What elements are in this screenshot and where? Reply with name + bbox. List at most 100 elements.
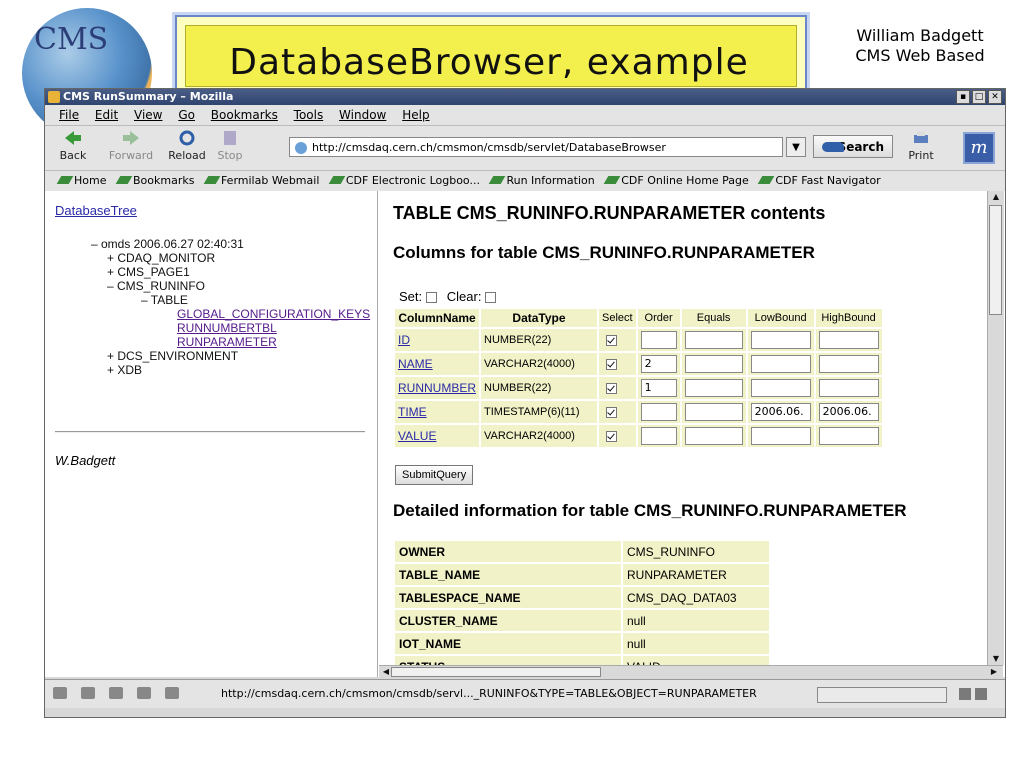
bookmark-icon	[758, 176, 775, 184]
bookmark-run-information[interactable]: Run Information	[489, 174, 595, 187]
navigator-icon[interactable]	[53, 687, 67, 699]
scroll-down-icon[interactable]: ▼	[989, 653, 1003, 665]
stop-label: Stop	[217, 149, 243, 162]
table-row: TABLE_NAME RUNPARAMETER	[395, 564, 769, 585]
select-checkbox[interactable]	[606, 334, 617, 346]
detail-key: TABLE_NAME	[395, 564, 621, 585]
tree-node-cms-runinfo[interactable]: – CMS_RUNINFO	[107, 279, 205, 293]
horizontal-scrollbar[interactable]: ◀ ▶	[379, 665, 1003, 678]
stop-button[interactable]: Stop	[213, 129, 247, 162]
menu-file[interactable]: File	[59, 108, 79, 122]
tree-node-table[interactable]: – TABLE	[141, 293, 188, 307]
equals-input[interactable]	[684, 403, 743, 421]
menu-help[interactable]: Help	[402, 108, 429, 122]
composer-icon[interactable]	[109, 687, 123, 699]
print-button[interactable]: Print	[901, 129, 941, 162]
bookmark-home[interactable]: Home	[56, 174, 106, 187]
tree-link-runparameter[interactable]: RUNPARAMETER	[177, 335, 277, 349]
lowbound-input[interactable]	[750, 331, 811, 349]
horizontal-scroll-thumb[interactable]	[391, 667, 601, 677]
tree-node-xdb[interactable]: + XDB	[107, 363, 142, 377]
bookmark-cdf-online[interactable]: CDF Online Home Page	[603, 174, 749, 187]
tree-node-dcs-environment[interactable]: + DCS_ENVIRONMENT	[107, 349, 238, 363]
select-checkbox[interactable]	[606, 406, 617, 418]
column-link-runnumber[interactable]: RUNNUMBER	[398, 381, 476, 395]
select-checkbox[interactable]	[606, 358, 617, 370]
scroll-right-icon[interactable]: ▶	[987, 666, 1001, 678]
equals-input[interactable]	[684, 427, 743, 445]
select-checkbox[interactable]	[606, 382, 617, 394]
column-link-time[interactable]: TIME	[398, 405, 427, 419]
column-link-value[interactable]: VALUE	[398, 429, 436, 443]
menu-edit[interactable]: Edit	[95, 108, 118, 122]
close-icon[interactable]: ✕	[988, 90, 1002, 104]
vertical-scroll-thumb[interactable]	[989, 205, 1002, 315]
bookmark-logbook[interactable]: CDF Electronic Logboo...	[328, 174, 480, 187]
submit-query-button[interactable]: SubmitQuery	[395, 465, 474, 485]
table-row: NAME VARCHAR2(4000) 2	[395, 353, 882, 375]
equals-input[interactable]	[684, 379, 743, 397]
highbound-input[interactable]	[818, 331, 879, 349]
security-lock-icon[interactable]	[975, 688, 987, 700]
clear-checkbox[interactable]	[485, 292, 497, 304]
irc-icon[interactable]	[165, 687, 179, 699]
highbound-input[interactable]	[818, 355, 879, 373]
author-affiliation: CMS Web Based	[855, 46, 985, 65]
mail-icon[interactable]	[81, 687, 95, 699]
tree-link-runnumbertbl[interactable]: RUNNUMBERTBL	[177, 321, 277, 335]
url-input[interactable]: http://cmsdaq.cern.ch/cmsmon/cmsdb/servl…	[289, 137, 783, 157]
maximize-icon[interactable]: □	[972, 90, 986, 104]
tree-node-cms-page1[interactable]: + CMS_PAGE1	[107, 265, 190, 279]
mozilla-logo-icon[interactable]: m	[963, 132, 995, 164]
window-title: CMS RunSummary – Mozilla	[63, 90, 234, 103]
vertical-scrollbar[interactable]: ▲ ▼	[987, 191, 1004, 665]
tree-link-global-configuration-keys[interactable]: GLOBAL_CONFIGURATION_KEYS	[177, 307, 370, 321]
equals-input[interactable]	[684, 355, 743, 373]
lowbound-input[interactable]: 2006.06.	[750, 403, 811, 421]
lowbound-input[interactable]	[750, 355, 811, 373]
select-checkbox[interactable]	[606, 430, 617, 442]
lowbound-input[interactable]	[750, 379, 811, 397]
highbound-input[interactable]	[818, 427, 879, 445]
column-link-name[interactable]: NAME	[398, 357, 433, 371]
window-controls: ▪ □ ✕	[956, 90, 1002, 104]
set-checkbox[interactable]	[426, 292, 438, 304]
scroll-up-icon[interactable]: ▲	[989, 191, 1003, 203]
set-label: Set:	[399, 289, 423, 304]
datatype-cell: VARCHAR2(4000)	[481, 353, 597, 375]
url-dropdown-icon[interactable]: ▼	[786, 137, 806, 157]
addressbook-icon[interactable]	[137, 687, 151, 699]
menu-view[interactable]: View	[134, 108, 162, 122]
column-link-id[interactable]: ID	[398, 333, 410, 347]
bookmark-icon	[203, 176, 221, 184]
minimize-icon[interactable]: ▪	[956, 90, 970, 104]
reload-button[interactable]: Reload	[165, 129, 209, 162]
menu-window[interactable]: Window	[339, 108, 386, 122]
order-input[interactable]	[640, 331, 677, 349]
menu-tools[interactable]: Tools	[294, 108, 324, 122]
menu-go[interactable]: Go	[178, 108, 195, 122]
order-input[interactable]	[640, 403, 677, 421]
page-title: TABLE CMS_RUNINFO.RUNPARAMETER contents	[393, 203, 826, 223]
detail-value: RUNPARAMETER	[623, 564, 769, 585]
equals-input[interactable]	[684, 331, 743, 349]
page-icon	[295, 142, 307, 154]
highbound-input[interactable]: 2006.06.	[818, 403, 879, 421]
back-button[interactable]: Back	[53, 129, 93, 162]
search-button[interactable]: Search	[813, 135, 893, 158]
forward-button[interactable]: Forward	[105, 129, 157, 162]
lowbound-input[interactable]	[750, 427, 811, 445]
order-input[interactable]	[640, 427, 677, 445]
detail-value: null	[623, 633, 769, 654]
tree-root[interactable]: – omds 2006.06.27 02:40:31	[91, 237, 244, 251]
order-input[interactable]: 1	[640, 379, 677, 397]
highbound-input[interactable]	[818, 379, 879, 397]
bookmark-cdf-navigator[interactable]: CDF Fast Navigator	[758, 174, 881, 187]
database-tree-link[interactable]: DatabaseTree	[55, 203, 137, 218]
bookmark-webmail[interactable]: Fermilab Webmail	[203, 174, 319, 187]
tree-node-cdaq-monitor[interactable]: + CDAQ_MONITOR	[107, 251, 215, 265]
online-icon[interactable]	[959, 688, 971, 700]
menu-bookmarks[interactable]: Bookmarks	[211, 108, 278, 122]
order-input[interactable]: 2	[640, 355, 677, 373]
bookmark-bookmarks[interactable]: Bookmarks	[115, 174, 194, 187]
